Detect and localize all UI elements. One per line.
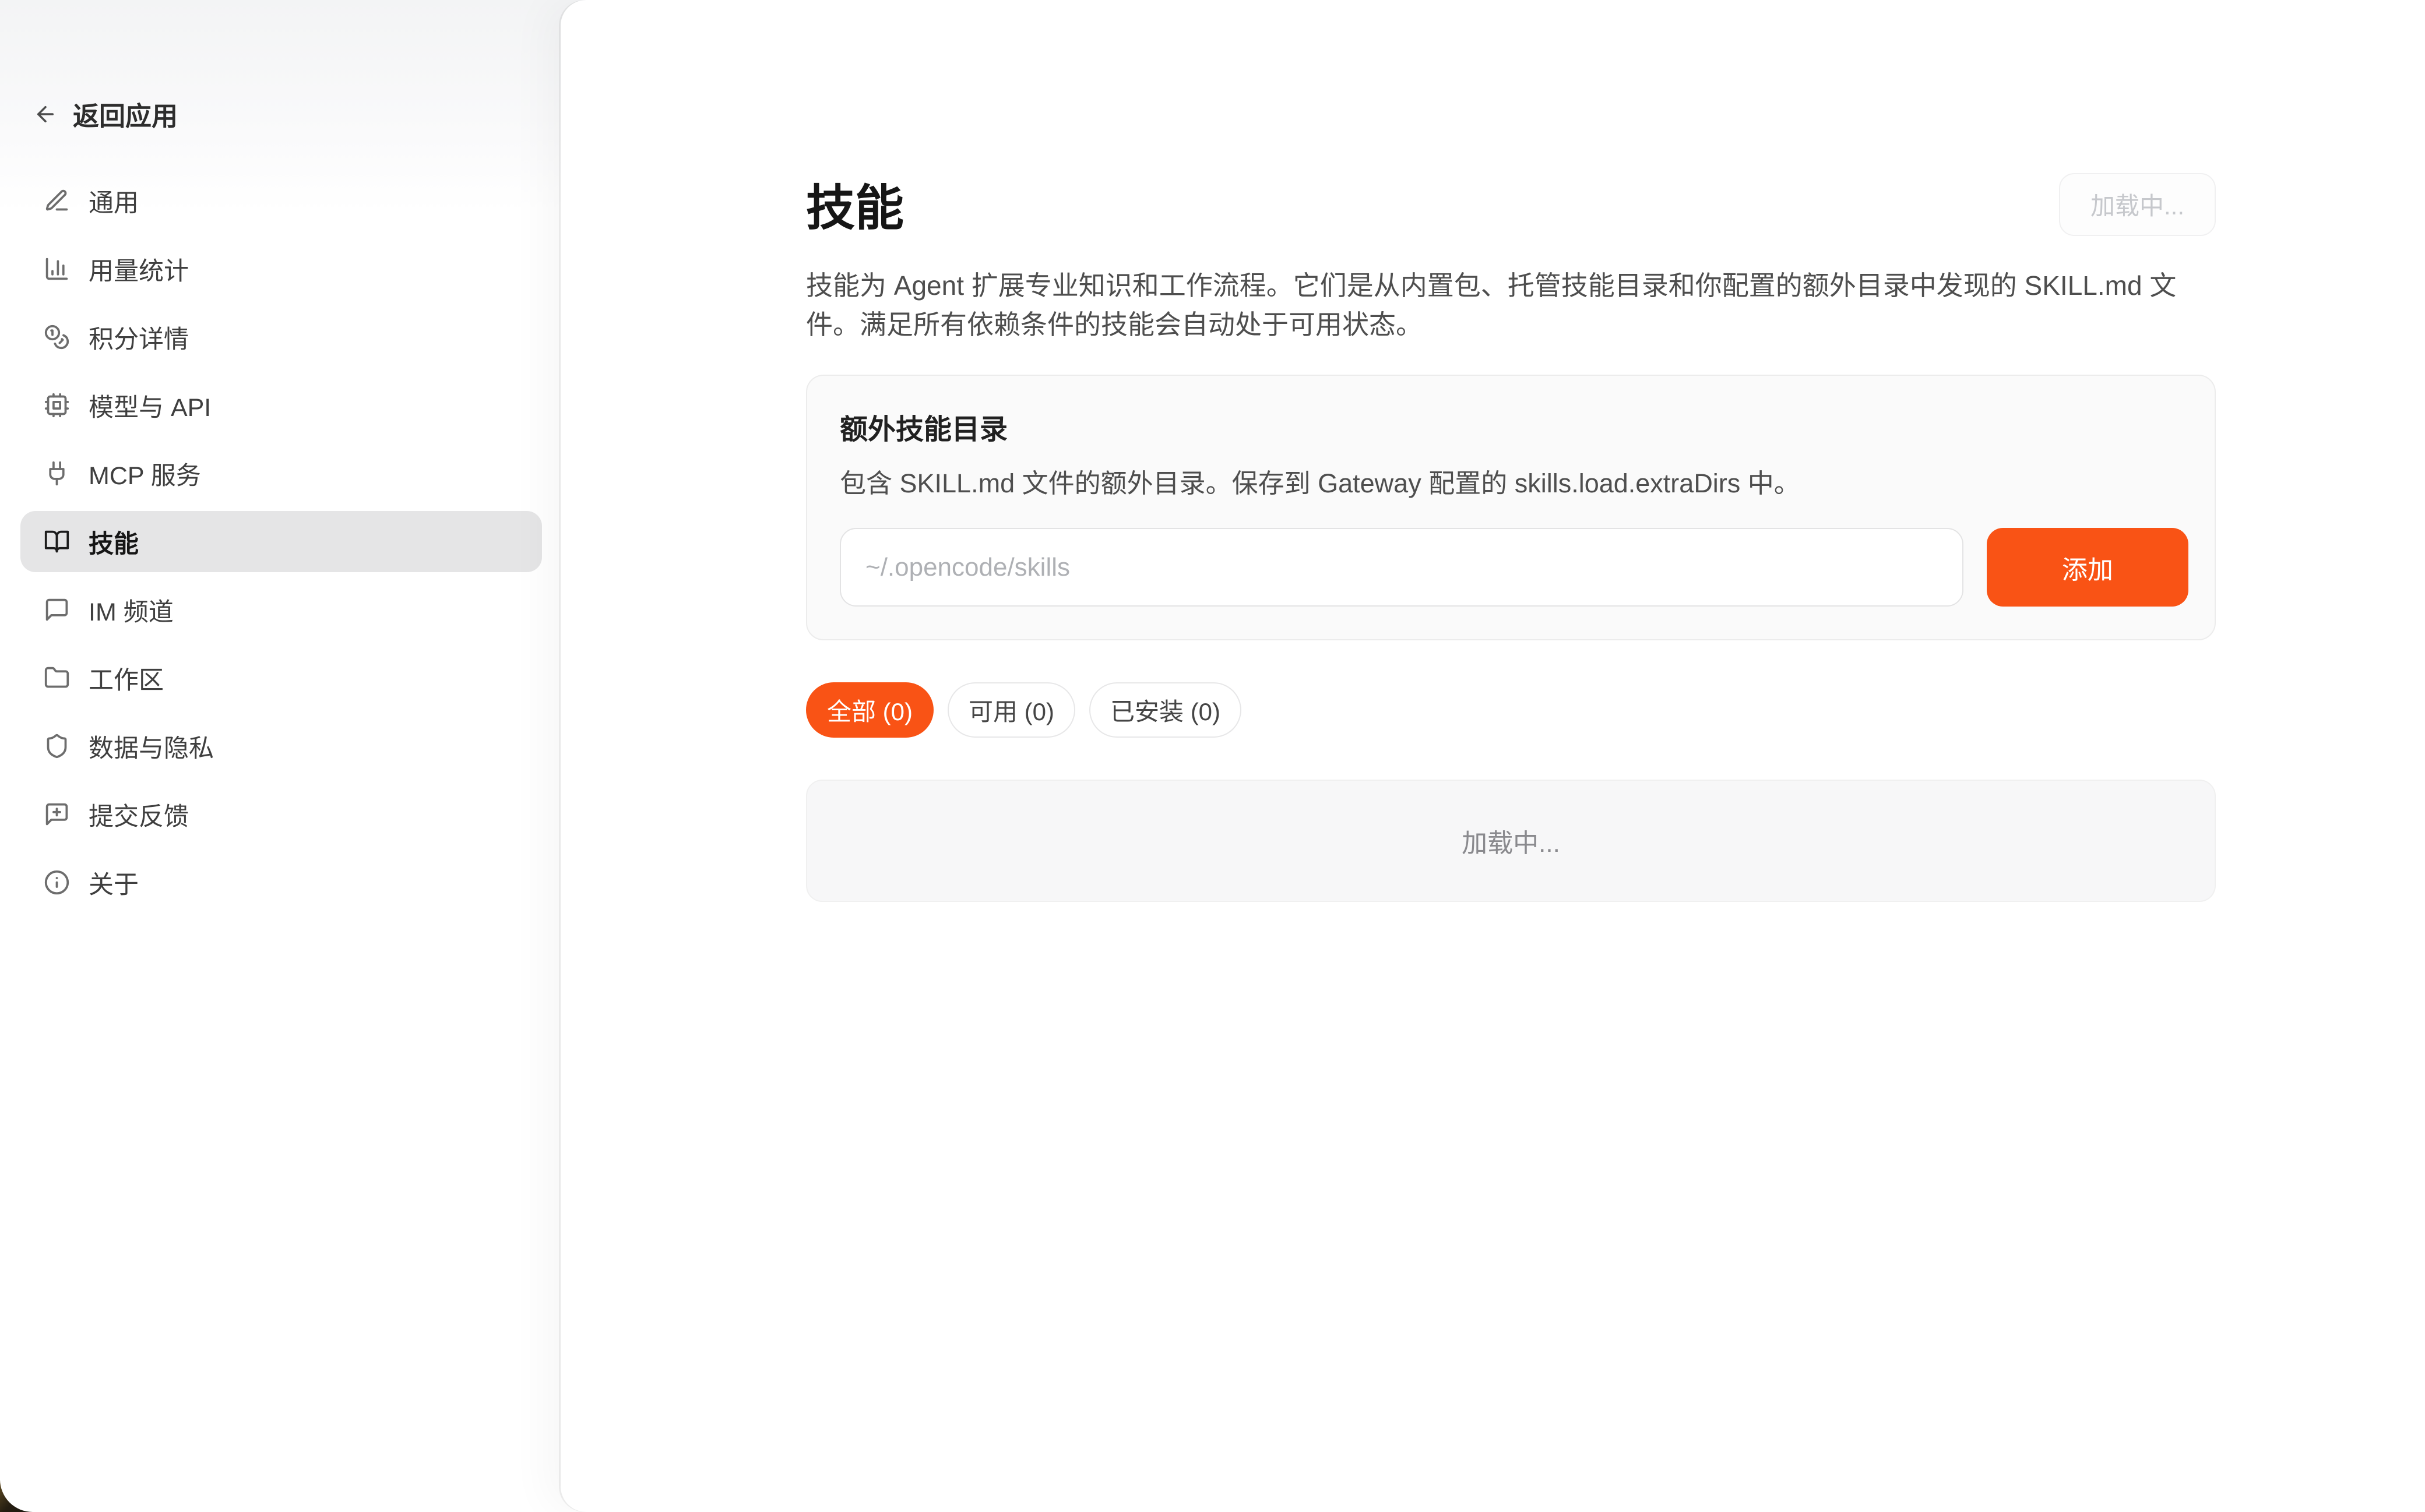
extra-dirs-card: 额外技能目录 包含 SKILL.md 文件的额外目录。保存到 Gateway 配…	[806, 375, 2216, 640]
filter-available[interactable]: 可用 (0)	[948, 682, 1075, 738]
skills-loading-panel: 加载中...	[806, 780, 2216, 902]
bar-chart-icon	[44, 256, 70, 282]
filter-pills: 全部 (0) 可用 (0) 已安装 (0)	[806, 682, 2216, 738]
sidebar-item-label: IM 频道	[89, 592, 174, 628]
info-icon	[44, 869, 70, 896]
sidebar-item-feedback[interactable]: 提交反馈	[20, 784, 542, 845]
chat-bubble-icon	[44, 597, 70, 623]
directory-input-row: 添加	[840, 528, 2188, 607]
folder-icon	[44, 665, 70, 691]
page-title: 技能	[806, 169, 904, 239]
sidebar-item-label: 模型与 API	[89, 387, 211, 424]
sidebar-item-label: 数据与隐私	[89, 728, 214, 764]
sidebar-item-skills[interactable]: 技能	[20, 511, 542, 572]
sidebar-item-about[interactable]: 关于	[20, 852, 542, 913]
sidebar-item-workspace[interactable]: 工作区	[20, 647, 542, 709]
sidebar-item-mcp[interactable]: MCP 服务	[20, 443, 542, 504]
card-description: 包含 SKILL.md 文件的额外目录。保存到 Gateway 配置的 skil…	[840, 462, 2188, 500]
sidebar-item-models-api[interactable]: 模型与 API	[20, 375, 542, 436]
sidebar-item-label: 关于	[89, 865, 139, 901]
arrow-left-icon	[33, 102, 58, 126]
pencil-icon	[44, 188, 70, 214]
sidebar-item-label: 用量统计	[89, 251, 189, 287]
sidebar-item-label: 积分详情	[89, 319, 189, 355]
sidebar-item-label: 技能	[89, 524, 139, 560]
book-open-icon	[44, 528, 70, 555]
back-button[interactable]: 返回应用	[33, 95, 542, 133]
sidebar-item-general[interactable]: 通用	[20, 170, 542, 231]
sidebar-item-im-channels[interactable]: IM 频道	[20, 579, 542, 640]
directory-input[interactable]	[840, 528, 1963, 607]
sidebar: 返回应用 通用 用量统计 积分详情 模型与 API MCP 服务	[0, 0, 561, 1512]
sidebar-item-label: 工作区	[89, 660, 164, 696]
sidebar-item-data-privacy[interactable]: 数据与隐私	[20, 716, 542, 777]
sidebar-item-label: MCP 服务	[89, 456, 201, 492]
app-window: 返回应用 通用 用量统计 积分详情 模型与 API MCP 服务	[0, 0, 2425, 1512]
loading-text: 加载中...	[1462, 822, 1560, 859]
add-button[interactable]: 添加	[1987, 528, 2188, 607]
filter-installed[interactable]: 已安装 (0)	[1089, 682, 1241, 738]
cpu-icon	[44, 392, 70, 418]
main-panel: 技能 加载中... 技能为 Agent 扩展专业知识和工作流程。它们是从内置包、…	[561, 0, 2425, 1512]
sidebar-item-credits[interactable]: 积分详情	[20, 306, 542, 368]
back-label: 返回应用	[73, 95, 178, 133]
plug-icon	[44, 460, 70, 487]
shield-icon	[44, 733, 70, 759]
sidebar-nav: 通用 用量统计 积分详情 模型与 API MCP 服务 技能	[20, 170, 542, 913]
page-header: 技能 加载中...	[806, 169, 2216, 239]
sidebar-item-label: 通用	[89, 183, 139, 219]
coins-icon	[44, 324, 70, 350]
card-title: 额外技能目录	[840, 406, 2188, 447]
page-description: 技能为 Agent 扩展专业知识和工作流程。它们是从内置包、托管技能目录和你配置…	[806, 266, 2216, 344]
sidebar-item-label: 提交反馈	[89, 796, 189, 833]
filter-all[interactable]: 全部 (0)	[806, 682, 934, 738]
feedback-plus-icon	[44, 801, 70, 827]
loading-status-badge: 加载中...	[2059, 173, 2216, 236]
sidebar-item-usage-stats[interactable]: 用量统计	[20, 238, 542, 299]
